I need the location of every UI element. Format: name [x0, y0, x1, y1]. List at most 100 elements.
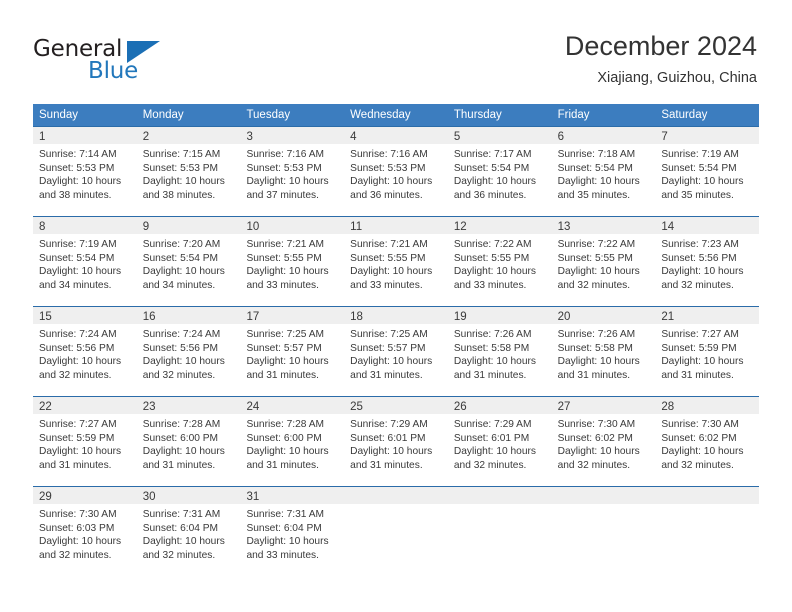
daylight-text-line1: Daylight: 10 hours — [246, 176, 329, 188]
weekday-header-thursday: Thursday — [453, 109, 502, 121]
day-info: Sunrise: 7:16 AM Sunset: 5:53 PM Dayligh… — [344, 144, 448, 202]
sunset-text: Sunset: 5:54 PM — [142, 252, 219, 264]
daylight-text-line1: Daylight: 10 hours — [246, 446, 329, 458]
daylight-text-line1: Daylight: 10 hours — [350, 356, 433, 368]
day-cell[interactable]: 14 Sunrise: 7:23 AM Sunset: 5:56 PM Dayl… — [655, 217, 760, 306]
daylight-text-line1: Daylight: 10 hours — [142, 356, 225, 368]
day-cell[interactable]: 1 Sunrise: 7:14 AM Sunset: 5:53 PM Dayli… — [33, 127, 137, 216]
week-row: 29 Sunrise: 7:30 AM Sunset: 6:03 PM Dayl… — [33, 486, 760, 576]
day-cell[interactable]: 20 Sunrise: 7:26 AM Sunset: 5:58 PM Dayl… — [551, 307, 656, 396]
day-cell[interactable]: 9 Sunrise: 7:20 AM Sunset: 5:54 PM Dayli… — [136, 217, 241, 306]
day-number: 9 — [142, 221, 150, 233]
sunset-text: Sunset: 5:54 PM — [453, 162, 530, 174]
sunrise-text: Sunrise: 7:21 AM — [350, 239, 428, 250]
calendar-grid: Sunday Monday Tuesday Wednesday Thursday… — [33, 104, 760, 576]
day-cell[interactable]: 18 Sunrise: 7:25 AM Sunset: 5:57 PM Dayl… — [344, 307, 448, 396]
day-cell[interactable]: 31 Sunrise: 7:31 AM Sunset: 6:04 PM Dayl… — [240, 487, 345, 576]
day-cell[interactable]: 29 Sunrise: 7:30 AM Sunset: 6:03 PM Dayl… — [33, 487, 137, 576]
sunset-text: Sunset: 5:57 PM — [246, 342, 322, 354]
day-info: Sunrise: 7:22 AM Sunset: 5:55 PM Dayligh… — [448, 234, 552, 292]
daylight-text-line1: Daylight: 10 hours — [453, 446, 536, 458]
sunrise-text: Sunrise: 7:21 AM — [246, 239, 325, 250]
daylight-text-line2: and 34 minutes. — [39, 279, 112, 291]
page-header: General Blue December 2024 Xiajiang, Gui… — [0, 0, 792, 104]
daylight-text-line1: Daylight: 10 hours — [246, 266, 329, 278]
day-cell[interactable]: 19 Sunrise: 7:26 AM Sunset: 5:58 PM Dayl… — [447, 307, 552, 396]
day-cell[interactable]: 21 Sunrise: 7:27 AM Sunset: 5:59 PM Dayl… — [655, 307, 760, 396]
daylight-text-line1: Daylight: 10 hours — [142, 176, 225, 188]
sunset-text: Sunset: 5:56 PM — [661, 252, 737, 264]
day-number-bar: 8 — [33, 217, 137, 234]
day-info: Sunrise: 7:22 AM Sunset: 5:55 PM Dayligh… — [552, 234, 656, 292]
day-cell[interactable]: 24 Sunrise: 7:28 AM Sunset: 6:00 PM Dayl… — [240, 397, 345, 486]
day-cell[interactable]: 4 Sunrise: 7:16 AM Sunset: 5:53 PM Dayli… — [344, 127, 448, 216]
day-cell[interactable]: 25 Sunrise: 7:29 AM Sunset: 6:01 PM Dayl… — [344, 397, 448, 486]
day-number: 4 — [350, 131, 357, 143]
day-number: 11 — [350, 221, 363, 233]
day-cell[interactable]: 2 Sunrise: 7:15 AM Sunset: 5:53 PM Dayli… — [136, 127, 241, 216]
page-subtitle: Xiajiang, Guizhou, China — [597, 70, 757, 86]
day-cell-empty — [344, 487, 448, 576]
daylight-text-line2: and 33 minutes. — [350, 279, 423, 291]
day-cell[interactable]: 5 Sunrise: 7:17 AM Sunset: 5:54 PM Dayli… — [447, 127, 552, 216]
weekday-header-tuesday: Tuesday — [246, 109, 291, 121]
day-cell[interactable]: 7 Sunrise: 7:19 AM Sunset: 5:54 PM Dayli… — [655, 127, 760, 216]
day-number: 21 — [661, 311, 675, 323]
day-cell[interactable]: 22 Sunrise: 7:27 AM Sunset: 5:59 PM Dayl… — [33, 397, 137, 486]
day-cell[interactable]: 10 Sunrise: 7:21 AM Sunset: 5:55 PM Dayl… — [240, 217, 345, 306]
day-cell[interactable]: 12 Sunrise: 7:22 AM Sunset: 5:55 PM Dayl… — [447, 217, 552, 306]
day-number-bar: 4 — [344, 127, 448, 144]
day-number-bar: 21 — [655, 307, 760, 324]
day-info: Sunrise: 7:21 AM Sunset: 5:55 PM Dayligh… — [240, 234, 344, 292]
day-cell[interactable]: 6 Sunrise: 7:18 AM Sunset: 5:54 PM Dayli… — [551, 127, 656, 216]
day-info: Sunrise: 7:19 AM Sunset: 5:54 PM Dayligh… — [655, 144, 759, 202]
daylight-text-line1: Daylight: 10 hours — [39, 176, 122, 188]
sunset-text: Sunset: 5:59 PM — [661, 342, 737, 354]
daylight-text-line1: Daylight: 10 hours — [246, 356, 329, 368]
day-number-bar: 28 — [655, 397, 760, 414]
sunrise-text: Sunrise: 7:31 AM — [246, 509, 325, 520]
day-cell[interactable]: 17 Sunrise: 7:25 AM Sunset: 5:57 PM Dayl… — [240, 307, 345, 396]
day-cell[interactable]: 8 Sunrise: 7:19 AM Sunset: 5:54 PM Dayli… — [33, 217, 137, 306]
day-cell[interactable]: 26 Sunrise: 7:29 AM Sunset: 6:01 PM Dayl… — [447, 397, 552, 486]
sunset-text: Sunset: 6:00 PM — [246, 432, 322, 444]
daylight-text-line2: and 33 minutes. — [246, 549, 319, 561]
day-cell[interactable]: 11 Sunrise: 7:21 AM Sunset: 5:55 PM Dayl… — [344, 217, 448, 306]
day-cell-empty — [551, 487, 656, 576]
day-number-bar: 11 — [344, 217, 448, 234]
daylight-text-line1: Daylight: 10 hours — [557, 446, 640, 458]
generalblue-logo[interactable]: General Blue — [33, 36, 213, 88]
day-number-bar — [447, 487, 552, 504]
daylight-text-line2: and 31 minutes. — [142, 459, 216, 471]
daylight-text-line1: Daylight: 10 hours — [557, 266, 640, 278]
daylight-text-line2: and 32 minutes. — [39, 549, 112, 561]
daylight-text-line2: and 35 minutes. — [661, 189, 734, 201]
day-number-bar: 30 — [136, 487, 241, 504]
daylight-text-line2: and 34 minutes. — [142, 279, 216, 291]
day-cell[interactable]: 27 Sunrise: 7:30 AM Sunset: 6:02 PM Dayl… — [551, 397, 656, 486]
day-cell[interactable]: 15 Sunrise: 7:24 AM Sunset: 5:56 PM Dayl… — [33, 307, 137, 396]
day-number: 2 — [142, 131, 150, 143]
daylight-text-line2: and 31 minutes. — [453, 369, 527, 381]
day-info: Sunrise: 7:26 AM Sunset: 5:58 PM Dayligh… — [448, 324, 552, 382]
day-info: Sunrise: 7:31 AM Sunset: 6:04 PM Dayligh… — [240, 504, 344, 562]
day-number-bar: 23 — [136, 397, 241, 414]
day-info: Sunrise: 7:24 AM Sunset: 5:56 PM Dayligh… — [137, 324, 241, 382]
day-cell[interactable]: 30 Sunrise: 7:31 AM Sunset: 6:04 PM Dayl… — [136, 487, 241, 576]
day-number: 14 — [661, 221, 675, 233]
day-cell-empty — [655, 487, 760, 576]
day-cell[interactable]: 23 Sunrise: 7:28 AM Sunset: 6:00 PM Dayl… — [136, 397, 241, 486]
day-cell[interactable]: 28 Sunrise: 7:30 AM Sunset: 6:02 PM Dayl… — [655, 397, 760, 486]
day-cell[interactable]: 16 Sunrise: 7:24 AM Sunset: 5:56 PM Dayl… — [136, 307, 241, 396]
day-info: Sunrise: 7:27 AM Sunset: 5:59 PM Dayligh… — [33, 414, 137, 472]
day-cell[interactable]: 13 Sunrise: 7:22 AM Sunset: 5:55 PM Dayl… — [551, 217, 656, 306]
sunrise-text: Sunrise: 7:15 AM — [142, 149, 221, 160]
day-number: 28 — [661, 401, 675, 413]
daylight-text-line2: and 37 minutes. — [246, 189, 319, 201]
sunset-text: Sunset: 5:55 PM — [557, 252, 633, 264]
day-cell[interactable]: 3 Sunrise: 7:16 AM Sunset: 5:53 PM Dayli… — [240, 127, 345, 216]
day-number-bar: 19 — [447, 307, 552, 324]
daylight-text-line1: Daylight: 10 hours — [39, 446, 122, 458]
daylight-text-line2: and 31 minutes. — [350, 369, 423, 381]
daylight-text-line2: and 35 minutes. — [557, 189, 631, 201]
